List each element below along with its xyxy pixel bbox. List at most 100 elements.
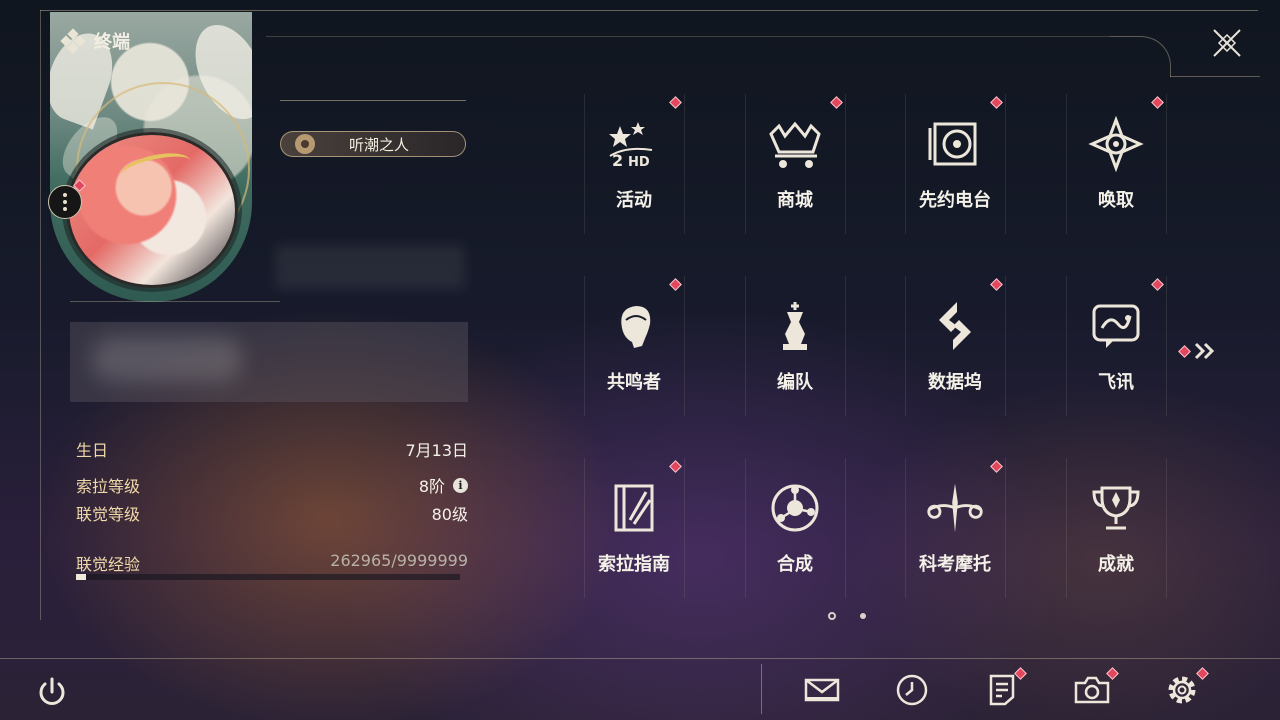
shop-cart-icon [765,114,825,174]
event-2hd-icon: 2 HD [604,114,664,174]
grid-item-label: 先约电台 [919,190,991,211]
grid-item-label: 合成 [777,554,813,575]
close-button[interactable] [1206,24,1248,62]
cell-border [1166,458,1167,598]
stat-sol-level: 索拉等级 8阶 i [76,473,468,497]
mail-button[interactable] [800,670,844,710]
stat-union-level: 联觉等级 80级 [76,501,468,525]
next-page-button[interactable] [1178,338,1224,364]
cell-border [684,458,685,598]
grid-item-label: 索拉指南 [598,554,670,575]
grid-item-label: 活动 [616,190,652,211]
team-chess-icon [765,296,825,356]
motorbike-icon [925,478,985,538]
notes-icon [989,674,1015,706]
grid-item-badge [990,278,1003,291]
next-page-badge [1178,344,1191,358]
bottom-bar-separator [761,664,762,714]
message-icon [1086,296,1146,356]
grid-item-9[interactable]: 索拉指南 [554,458,714,598]
avatar[interactable] [66,132,238,288]
cell-border [845,458,846,598]
grid-item-label: 编队 [777,372,813,393]
frame-top-line [40,10,1258,11]
title-emblem-icon [295,134,315,154]
title-badge[interactable]: 听潮之人 [280,131,466,157]
close-icon [1213,29,1241,57]
frame-corner [1110,36,1171,77]
grid-item-10[interactable]: 合成 [715,458,875,598]
frame-corner-line [1170,76,1260,77]
grid-item-11[interactable]: 科考摩托 [875,458,1035,598]
radio-icon [925,114,985,174]
grid-item-badge [830,96,843,109]
cell-border [845,276,846,416]
trophy-icon [1086,478,1146,538]
grid-item-5[interactable]: 共鸣者 [554,276,714,416]
bottom-bar-divider [0,658,1280,659]
cell-border [1166,94,1167,234]
cell-border [1166,276,1167,416]
name-divider [280,100,466,101]
stat-value: 8阶 [418,477,445,496]
cell-border [1066,458,1067,598]
stat-label: 生日 [76,441,109,460]
grid-item-badge [990,460,1003,473]
stat-birthday: 生日 7月13日 [76,437,468,461]
stat-label: 联觉等级 [76,505,141,524]
cell-border [745,458,746,598]
cell-border [905,458,906,598]
data-bank-icon [925,296,985,356]
grid-item-8[interactable]: 飞讯 [1036,276,1196,416]
grid-item-1[interactable]: 2 HD 活动 [554,94,714,234]
cell-border [584,276,585,416]
grid-item-badge [990,96,1003,109]
page-title: 终端 [94,32,130,53]
grid-item-label: 共鸣者 [607,372,661,393]
grid-item-badge [1151,96,1164,109]
cell-border [905,276,906,416]
cell-border [1005,458,1006,598]
page-dot-active[interactable] [828,612,836,620]
grid-item-4[interactable]: 唤取 [1036,94,1196,234]
title-badge-text: 听潮之人 [348,135,409,154]
stat-value: 7月13日 [405,441,468,460]
terminal-header: 终端 [60,28,130,54]
camera-icon [1074,676,1110,704]
clock-button[interactable] [890,670,934,710]
grid-item-badge [669,96,682,109]
camera-button[interactable] [1070,667,1119,710]
page-dot[interactable] [860,613,866,619]
cell-border [684,276,685,416]
cell-border [1005,276,1006,416]
cell-border [684,94,685,234]
cell-border [584,94,585,234]
cell-border [1005,94,1006,234]
exp-value: 262965/9999999 [330,551,468,570]
clock-icon [896,674,928,706]
grid-item-7[interactable]: 数据坞 [875,276,1035,416]
grid-item-2[interactable]: 商城 [715,94,875,234]
cell-border [745,276,746,416]
exp-progress-fill [76,574,86,580]
stat-value: 80级 [431,505,468,524]
grid-item-label: 数据坞 [928,372,982,393]
profile-divider [70,301,280,302]
exp-progress-bar [76,574,460,580]
exp-label: 联觉经验 [76,555,141,574]
grid-item-6[interactable]: 编队 [715,276,875,416]
power-icon [39,677,65,705]
convene-icon [1086,114,1146,174]
more-options-button[interactable] [48,185,82,219]
grid-item-3[interactable]: 先约电台 [875,94,1035,234]
power-button[interactable] [32,672,72,712]
double-chevron-right-icon [1194,342,1215,360]
frame-left-line [40,10,41,620]
notes-button[interactable] [980,667,1027,710]
settings-button[interactable] [1160,667,1209,710]
page-indicator [828,612,866,620]
grid-item-label: 飞讯 [1098,372,1134,393]
mail-icon [804,678,840,702]
grid-item-12[interactable]: 成就 [1036,458,1196,598]
info-icon[interactable]: i [453,477,468,493]
